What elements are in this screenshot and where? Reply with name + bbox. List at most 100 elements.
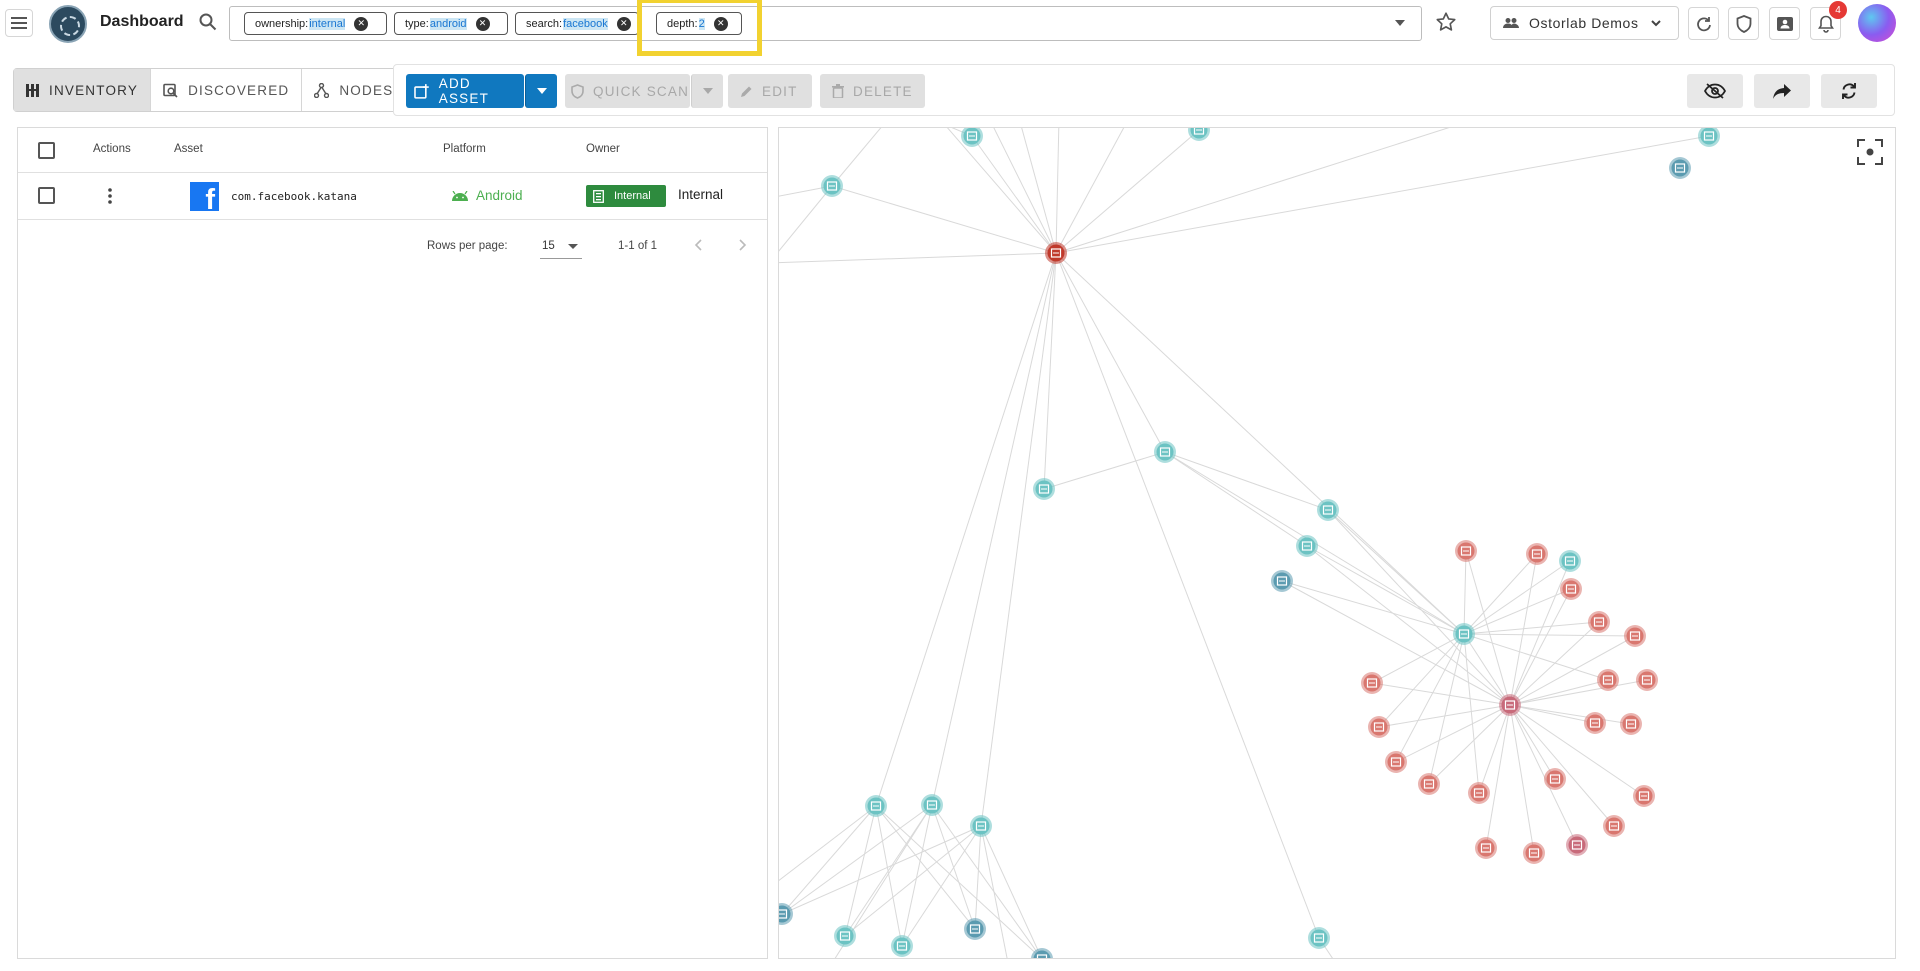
column-header-platform[interactable]: Platform xyxy=(443,143,486,155)
graph-node[interactable] xyxy=(921,794,943,816)
share-button[interactable] xyxy=(1754,74,1810,108)
app-logo[interactable] xyxy=(49,5,87,43)
graph-node[interactable] xyxy=(1455,540,1477,562)
edit-button[interactable]: EDIT xyxy=(728,74,812,108)
graph-node[interactable] xyxy=(1584,712,1606,734)
graph-node[interactable] xyxy=(1475,837,1497,859)
column-header-asset[interactable]: Asset xyxy=(174,143,203,155)
graph-node[interactable] xyxy=(1588,611,1610,633)
graph-node[interactable] xyxy=(1566,834,1588,856)
graph-node[interactable] xyxy=(1154,441,1176,463)
graph-edge xyxy=(875,252,1057,807)
graph-node[interactable] xyxy=(1559,550,1581,572)
filter-chip-search[interactable]: search: facebook ✕ xyxy=(515,12,639,35)
graph-node[interactable] xyxy=(1031,948,1053,959)
graph-node[interactable] xyxy=(1620,713,1642,735)
row-checkbox[interactable] xyxy=(38,187,55,204)
filter-search-box[interactable]: ownership: internal ✕ type: android ✕ search… xyxy=(229,6,1422,41)
graph-node[interactable] xyxy=(1523,842,1545,864)
organization-selector[interactable]: Ostorlab Demos xyxy=(1490,6,1679,40)
graph-node[interactable] xyxy=(891,935,913,957)
graph-edge xyxy=(1428,633,1465,785)
graph-node[interactable] xyxy=(1526,543,1548,565)
tab-nodes[interactable]: NODES xyxy=(302,69,405,111)
graph-node[interactable] xyxy=(1499,694,1521,716)
graph-node[interactable] xyxy=(1045,242,1067,264)
graph-node[interactable] xyxy=(1317,499,1339,521)
tab-discovered[interactable]: DISCOVERED xyxy=(151,69,303,111)
prev-page-icon[interactable] xyxy=(694,239,702,251)
graph-node[interactable] xyxy=(821,175,843,197)
contacts-button[interactable] xyxy=(1769,7,1800,40)
graph-node[interactable] xyxy=(834,925,856,947)
graph-edge xyxy=(901,804,933,947)
graph-node[interactable] xyxy=(961,128,983,147)
search-icon[interactable] xyxy=(199,13,217,31)
graph-node[interactable] xyxy=(1453,623,1475,645)
star-icon[interactable] xyxy=(1435,11,1457,33)
quick-scan-button[interactable]: QUICK SCAN xyxy=(565,74,690,108)
graph-node[interactable] xyxy=(1669,157,1691,179)
graph-node[interactable] xyxy=(1698,128,1720,147)
graph-node[interactable] xyxy=(1385,751,1407,773)
bell-icon xyxy=(1817,15,1834,33)
graph-edge xyxy=(1055,252,1320,939)
graph-node[interactable] xyxy=(1624,625,1646,647)
asset-graph[interactable] xyxy=(779,128,1896,959)
table-row[interactable]: f com.facebook.katana Android Internal I… xyxy=(18,173,767,220)
group-icon xyxy=(1503,18,1519,28)
refresh-button[interactable] xyxy=(1821,74,1877,108)
graph-node[interactable] xyxy=(1603,815,1625,837)
graph-node[interactable] xyxy=(1636,669,1658,691)
graph-edge xyxy=(781,825,982,915)
graph-node[interactable] xyxy=(1296,535,1318,557)
add-asset-dropdown-button[interactable] xyxy=(525,74,557,108)
fullscreen-icon[interactable] xyxy=(1857,139,1883,165)
quick-scan-dropdown-button[interactable] xyxy=(691,74,723,108)
column-header-owner[interactable]: Owner xyxy=(586,143,620,155)
filter-chip-type[interactable]: type: android ✕ xyxy=(394,12,508,35)
graph-edge xyxy=(1055,252,1166,453)
graph-edge xyxy=(1043,252,1057,490)
graph-edge xyxy=(831,128,882,187)
select-all-checkbox[interactable] xyxy=(38,142,55,159)
graph-node[interactable] xyxy=(1361,672,1383,694)
asset-graph-panel[interactable] xyxy=(778,127,1896,959)
graph-node[interactable] xyxy=(1033,478,1055,500)
graph-node[interactable] xyxy=(964,918,986,940)
add-asset-button[interactable]: ADD ASSET xyxy=(406,74,524,108)
graph-node[interactable] xyxy=(1468,782,1490,804)
graph-node[interactable] xyxy=(779,903,793,925)
tab-inventory[interactable]: INVENTORY xyxy=(14,69,152,111)
graph-node[interactable] xyxy=(1560,578,1582,600)
hide-toggle-button[interactable] xyxy=(1687,74,1743,108)
dropdown-arrow-icon[interactable] xyxy=(1395,20,1405,26)
graph-node[interactable] xyxy=(1418,773,1440,795)
rows-per-page-select[interactable]: 15 xyxy=(540,234,582,259)
graph-node[interactable] xyxy=(1544,768,1566,790)
graph-node[interactable] xyxy=(1597,669,1619,691)
security-button[interactable] xyxy=(1728,7,1759,40)
graph-node[interactable] xyxy=(970,815,992,837)
graph-node[interactable] xyxy=(1271,570,1293,592)
delete-button[interactable]: DELETE xyxy=(820,74,925,108)
more-vert-icon[interactable] xyxy=(108,188,112,204)
scan-refresh-button[interactable] xyxy=(1688,7,1719,40)
asset-name[interactable]: com.facebook.katana xyxy=(231,190,357,203)
next-page-icon[interactable] xyxy=(739,239,747,251)
filter-chip-ownership[interactable]: ownership: internal ✕ xyxy=(244,12,387,35)
graph-node[interactable] xyxy=(1188,128,1210,141)
graph-edge xyxy=(980,252,1057,827)
graph-node[interactable] xyxy=(1308,927,1330,949)
graph-node[interactable] xyxy=(1368,716,1390,738)
remove-filter-icon[interactable]: ✕ xyxy=(354,16,369,31)
edit-label: EDIT xyxy=(762,83,798,99)
filter-key: search: xyxy=(526,17,563,30)
graph-node[interactable] xyxy=(1633,785,1655,807)
menu-button[interactable] xyxy=(5,9,33,37)
graph-node[interactable] xyxy=(865,795,887,817)
remove-filter-icon[interactable]: ✕ xyxy=(475,16,490,31)
remove-filter-icon[interactable]: ✕ xyxy=(616,16,631,31)
graph-edge xyxy=(1509,704,1632,725)
avatar[interactable] xyxy=(1858,4,1896,42)
